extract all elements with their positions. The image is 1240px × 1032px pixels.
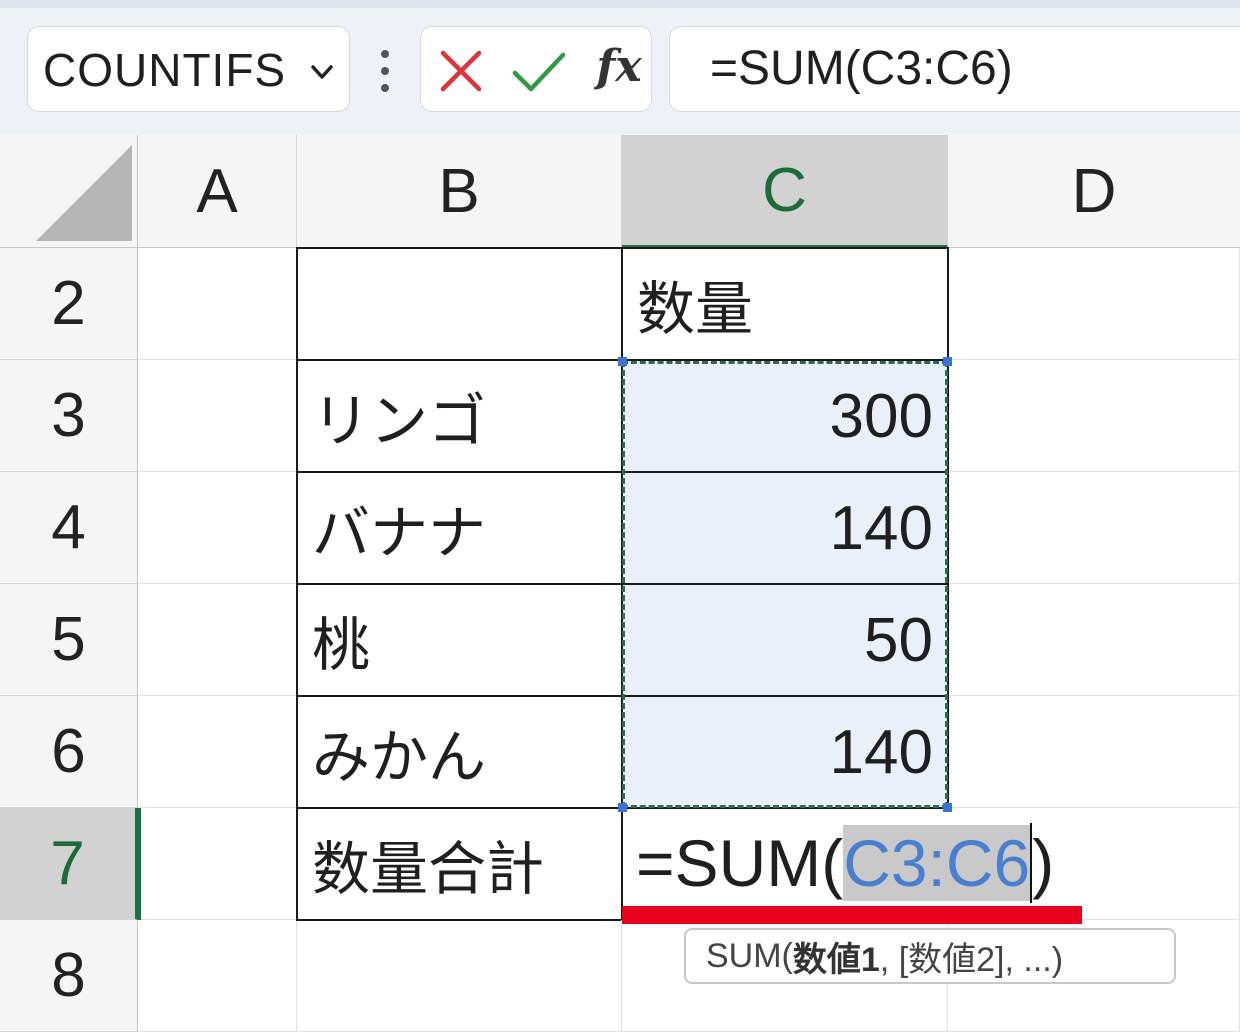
function-tooltip[interactable]: SUM(数値1, [数値2], ...) [684, 928, 1176, 984]
formula-input[interactable]: =SUM(C3:C6) [669, 26, 1240, 112]
row-header-3[interactable]: 3 [0, 360, 138, 472]
cell-d3[interactable] [948, 360, 1240, 472]
column-header-d[interactable]: D [948, 135, 1240, 248]
cell-b5[interactable]: 桃 [296, 583, 623, 697]
column-header-a[interactable]: A [138, 135, 297, 248]
row-header-4[interactable]: 4 [0, 472, 138, 584]
formula-range-outline [622, 361, 948, 808]
edit-range-reference: C3:C6 [843, 825, 1031, 901]
formula-text: =SUM(C3:C6) [710, 42, 1013, 95]
column-header-c[interactable]: C [622, 135, 948, 248]
cell-a5[interactable] [138, 584, 297, 696]
ribbon-edge [0, 0, 1240, 8]
cell-a2[interactable] [138, 248, 297, 360]
cell-d4[interactable] [948, 472, 1240, 584]
cell-a8[interactable] [138, 920, 297, 1032]
name-box[interactable]: COUNTIFS [27, 26, 350, 112]
more-options-icon[interactable] [376, 46, 394, 96]
range-handle-top-right[interactable] [943, 357, 952, 366]
tooltip-function: SUM( [706, 936, 793, 975]
cell-a4[interactable] [138, 472, 297, 584]
cell-b4[interactable]: バナナ [296, 471, 623, 585]
chevron-down-icon[interactable] [307, 57, 337, 87]
cell-c7-editor[interactable]: =SUM(C3:C6) [622, 808, 1082, 918]
tooltip-current-arg[interactable]: 数値1 [793, 932, 880, 981]
cell-b3[interactable]: リンゴ [296, 359, 623, 473]
highlight-underline [622, 906, 1082, 924]
cell-a6[interactable] [138, 696, 297, 808]
cell-b7[interactable]: 数量合計 [296, 807, 623, 921]
row-header-2[interactable]: 2 [0, 248, 138, 360]
select-all-triangle-icon [36, 145, 132, 241]
enter-check-icon[interactable] [511, 49, 567, 93]
cell-b6[interactable]: みかん [296, 695, 623, 809]
active-row-indicator [138, 808, 141, 920]
row-header-6[interactable]: 6 [0, 696, 138, 808]
insert-function-icon[interactable]: fx [591, 37, 647, 97]
edit-suffix: ) [1032, 826, 1055, 900]
select-all-corner[interactable] [0, 135, 138, 248]
formula-actions: fx [420, 26, 652, 112]
row-header-8[interactable]: 8 [0, 920, 138, 1032]
cell-d5[interactable] [948, 584, 1240, 696]
column-header-b[interactable]: B [297, 135, 622, 248]
name-box-value: COUNTIFS [43, 44, 287, 96]
tooltip-rest-args: , [数値2], ...) [879, 940, 1064, 979]
cell-a7[interactable] [138, 808, 297, 920]
cell-b2[interactable] [296, 247, 623, 361]
cell-a3[interactable] [138, 360, 297, 472]
formula-bar: COUNTIFS fx =SUM(C3:C6) [0, 0, 1240, 135]
cell-d2[interactable] [948, 248, 1240, 360]
row-header-7[interactable]: 7 [0, 808, 138, 920]
cancel-x-icon[interactable] [439, 49, 483, 93]
cell-b8[interactable] [297, 920, 622, 1032]
row-header-5[interactable]: 5 [0, 584, 138, 696]
range-handle-top-left[interactable] [618, 357, 627, 366]
cell-d6[interactable] [948, 696, 1240, 808]
edit-prefix: =SUM( [636, 826, 844, 900]
cell-c2[interactable]: 数量 [621, 247, 949, 361]
